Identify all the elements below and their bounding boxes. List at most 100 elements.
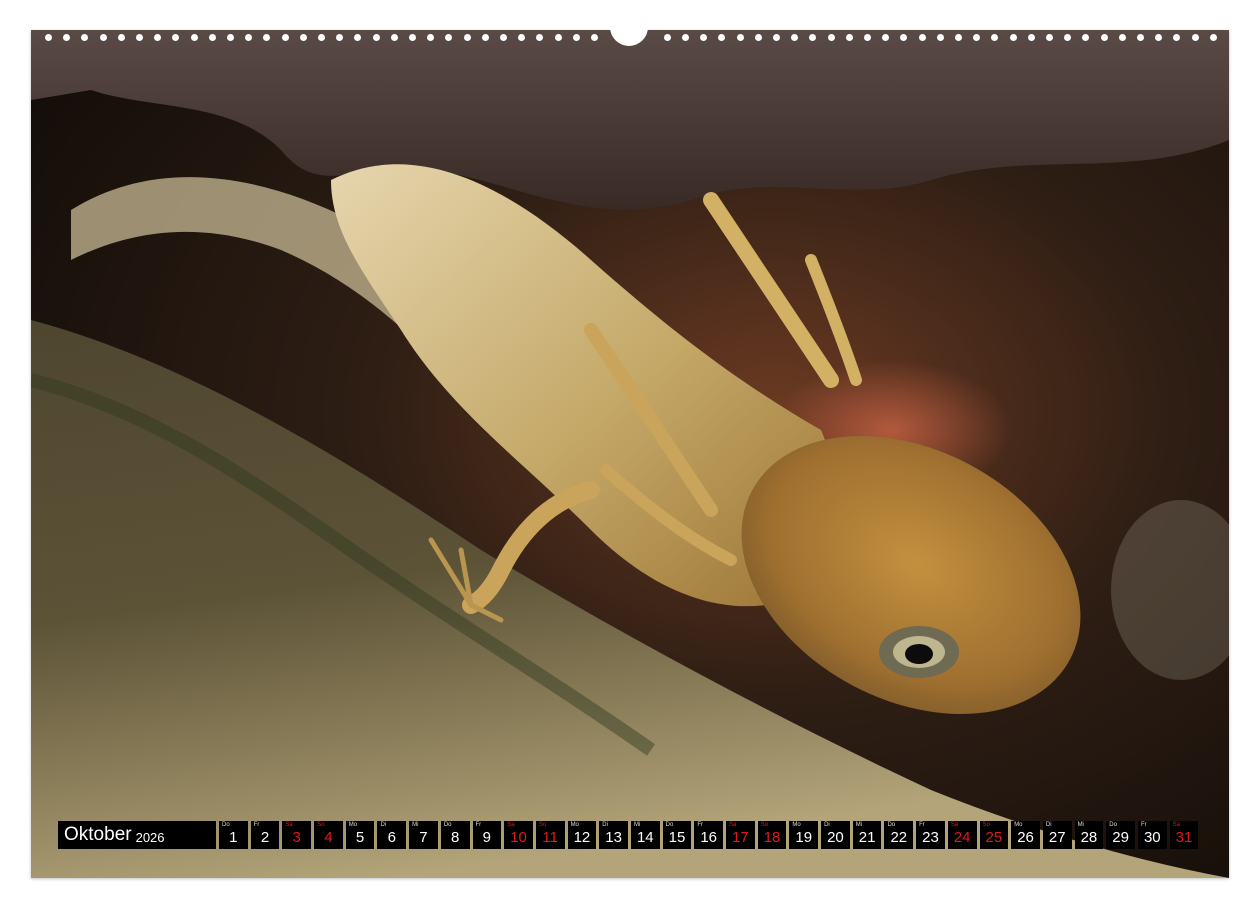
day-cell: So 11 [535, 821, 565, 849]
weekday-label: So [317, 822, 325, 828]
weekday-label: Di [1045, 822, 1052, 828]
day-cell: Sa 10 [504, 821, 533, 849]
day-cell: Do 22 [884, 821, 914, 849]
day-strip: Do 1 Fr 2 Sa 3 So 4 Mo 5 Di 6 Mi 7 Do 8 Fr 9 Sa 10 So 11 Mo 12 D… [219, 821, 1199, 849]
day-number: 8 [450, 829, 460, 846]
day-cell: Mi 28 [1074, 821, 1104, 849]
day-number: 19 [795, 829, 813, 846]
day-number: 17 [732, 829, 749, 846]
day-cell: Mi 14 [630, 821, 660, 849]
weekday-label: Fr [253, 822, 260, 828]
day-number: 29 [1112, 829, 1129, 846]
day-number: 24 [953, 829, 971, 846]
weekday-label: Di [824, 822, 830, 828]
month-bar: Oktober 2026 Do 1 Fr 2 Sa 3 So 4 Mo 5 Di 6 Mi 7 Do 8 Fr 9… [58, 821, 1199, 849]
day-cell: So 4 [314, 821, 343, 849]
weekday-label: Do [443, 822, 452, 828]
weekday-label: Fr [919, 822, 925, 828]
day-cell: Do 8 [440, 821, 470, 849]
day-cell: Di 13 [599, 821, 628, 849]
day-number: 22 [890, 829, 908, 846]
day-cell: Do 15 [662, 821, 692, 849]
day-cell: Do 1 [219, 821, 248, 849]
day-number: 11 [542, 829, 558, 846]
weekday-label: Sa [285, 822, 293, 828]
weekday-label: Mo [792, 822, 801, 828]
day-cell: Mo 5 [345, 821, 375, 849]
weekday-label: Do [222, 822, 230, 828]
day-number: 16 [700, 829, 717, 846]
day-cell: Mo 26 [1011, 821, 1040, 849]
day-number: 10 [510, 829, 527, 846]
day-cell: Di 27 [1042, 821, 1072, 849]
weekday-label: Mi [1077, 822, 1084, 828]
day-number: 27 [1048, 829, 1066, 846]
weekday-label: Sa [507, 822, 515, 828]
weekday-label: So [760, 822, 769, 828]
day-cell: Fr 30 [1137, 821, 1167, 849]
weekday-label: Do [887, 822, 896, 828]
day-cell: Sa 31 [1169, 821, 1199, 849]
day-number: 9 [482, 829, 492, 846]
day-number: 5 [355, 829, 365, 846]
day-number: 25 [985, 829, 1003, 846]
weekday-label: Sa [729, 822, 737, 828]
weekday-label: So [982, 822, 990, 828]
weekday-label: Mi [412, 822, 419, 828]
day-number: 26 [1017, 829, 1034, 846]
day-number: 6 [387, 829, 396, 846]
day-number: 20 [827, 829, 844, 846]
day-cell: Sa 3 [282, 821, 312, 849]
day-number: 23 [922, 829, 939, 846]
calendar-page [31, 30, 1229, 878]
weekday-label: Fr [475, 822, 482, 828]
weekday-label: Mo [570, 822, 579, 828]
weekday-label: Fr [1140, 822, 1147, 828]
day-cell: Mi 7 [409, 821, 438, 849]
day-cell: Di 6 [377, 821, 407, 849]
weekday-label: So [538, 822, 547, 828]
weekday-label: Mi [633, 822, 641, 828]
day-number: 3 [292, 829, 301, 846]
day-number: 30 [1143, 829, 1161, 846]
weekday-label: Mi [855, 822, 863, 828]
day-cell: So 18 [757, 821, 787, 849]
day-cell: Sa 24 [947, 821, 977, 849]
weekday-label: Di [380, 822, 387, 828]
day-cell: Mi 21 [852, 821, 882, 849]
month-label: Oktober 2026 [58, 821, 216, 849]
day-number: 4 [324, 829, 333, 846]
weekday-label: Sa [1172, 822, 1180, 828]
day-number: 2 [260, 829, 270, 846]
day-cell: Di 20 [821, 821, 850, 849]
day-number: 12 [573, 829, 591, 846]
day-cell: Mo 19 [789, 821, 819, 849]
day-number: 1 [229, 829, 238, 846]
weekday-label: Mo [348, 822, 358, 828]
day-cell: Fr 23 [916, 821, 945, 849]
weekday-label: Sa [950, 822, 959, 828]
month-name: Oktober [64, 824, 132, 845]
day-number: 18 [763, 829, 781, 846]
day-number: 21 [858, 829, 876, 846]
day-number: 14 [636, 829, 654, 846]
day-cell: Mo 12 [567, 821, 597, 849]
day-cell: Fr 2 [250, 821, 280, 849]
day-number: 28 [1080, 829, 1098, 846]
day-number: 7 [419, 829, 428, 846]
day-cell: Fr 16 [694, 821, 723, 849]
day-cell: Fr 9 [472, 821, 502, 849]
day-number: 13 [605, 829, 622, 846]
weekday-label: Mo [1014, 822, 1023, 828]
weekday-label: Do [1109, 822, 1117, 828]
day-cell: Sa 17 [726, 821, 755, 849]
day-number: 15 [668, 829, 686, 846]
weekday-label: Fr [697, 822, 703, 828]
weekday-label: Di [602, 822, 608, 828]
day-cell: Do 29 [1106, 821, 1135, 849]
weekday-label: Do [665, 822, 674, 828]
day-cell: So 25 [979, 821, 1009, 849]
year: 2026 [135, 829, 165, 845]
newt-larva-photo [31, 30, 1229, 878]
day-number: 31 [1175, 829, 1193, 846]
